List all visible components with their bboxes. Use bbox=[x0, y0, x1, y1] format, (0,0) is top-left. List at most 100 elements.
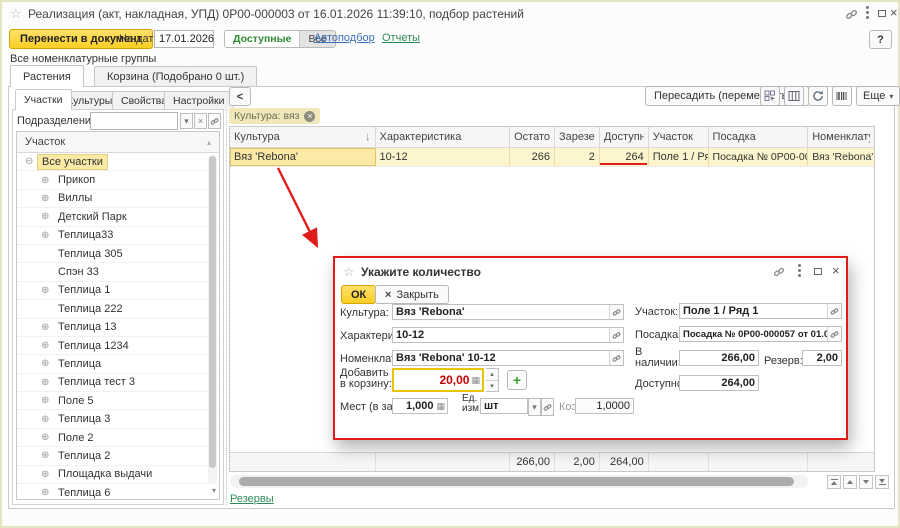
expand-icon[interactable]: ⊕ bbox=[41, 322, 54, 333]
open-link-icon[interactable] bbox=[827, 304, 841, 318]
tree-item[interactable]: ⊕Теплица 6 bbox=[17, 484, 219, 500]
quantity-input[interactable]: 20,00 ▦ bbox=[392, 368, 484, 392]
cell-planting[interactable]: Посадка № 0Р00-00005... bbox=[709, 148, 809, 166]
expand-icon[interactable]: ⊕ bbox=[41, 340, 54, 351]
column-header-reserved[interactable]: Зарезер... bbox=[555, 127, 600, 147]
tree-item[interactable]: ⊕Поле 5 bbox=[17, 392, 219, 410]
tab-plots[interactable]: Участки bbox=[15, 89, 72, 110]
column-header-plot[interactable]: Участок bbox=[649, 127, 709, 147]
date-input[interactable]: 17.01.2026 bbox=[154, 30, 214, 48]
nomenclature-field[interactable]: Вяз 'Rebona' 10-12 bbox=[392, 350, 624, 366]
tree-item[interactable]: ⊕Теплица тест 3 bbox=[17, 374, 219, 392]
tree-item[interactable]: Теплица 222 bbox=[17, 300, 219, 318]
dialog-maximize-icon[interactable] bbox=[814, 268, 822, 275]
cell-plot[interactable]: Поле 1 / Ряд 1 bbox=[649, 148, 709, 166]
column-header-stock[interactable]: Остаток bbox=[510, 127, 555, 147]
tree-item[interactable]: ⊕Теплица 3 bbox=[17, 410, 219, 428]
collapse-icon[interactable]: ⊖ bbox=[25, 156, 38, 167]
cell-characteristic[interactable]: 10-12 bbox=[376, 148, 511, 166]
department-dropdown-icon[interactable]: ▾ bbox=[180, 113, 193, 129]
tree-scrollbar-thumb[interactable] bbox=[209, 156, 216, 468]
open-link-icon[interactable] bbox=[609, 305, 623, 319]
tree-column-header[interactable]: Участок ▴ bbox=[17, 132, 219, 153]
filter-chip-culture[interactable]: Культура: вяз × bbox=[229, 108, 320, 124]
tree-item[interactable]: ⊕Теплица bbox=[17, 355, 219, 373]
expand-icon[interactable]: ⊕ bbox=[41, 377, 54, 388]
expand-icon[interactable]: ⊕ bbox=[41, 469, 54, 480]
autoselect-link[interactable]: Автоподбор bbox=[314, 32, 375, 44]
expand-icon[interactable]: ⊕ bbox=[41, 358, 54, 369]
refresh-button[interactable] bbox=[808, 86, 828, 106]
tree-item[interactable]: ⊕Теплица33 bbox=[17, 227, 219, 245]
tab-settings[interactable]: Настройки bbox=[164, 91, 234, 110]
cell-nomenclature[interactable]: Вяз 'Rebona' 10-12 bbox=[808, 148, 874, 166]
remove-filter-icon[interactable]: × bbox=[304, 111, 315, 122]
tree-item[interactable]: ⊕Теплица 2 bbox=[17, 447, 219, 465]
department-clear-icon[interactable]: × bbox=[194, 113, 207, 129]
quantity-stepper[interactable]: ▴▾ bbox=[486, 368, 499, 392]
expand-icon[interactable]: ⊕ bbox=[41, 211, 54, 222]
dialog-favorite-star-icon[interactable]: ☆ bbox=[343, 264, 355, 280]
tree-item[interactable]: ⊕Теплица 1234 bbox=[17, 337, 219, 355]
characteristic-field[interactable]: 10-12 bbox=[392, 327, 624, 343]
reports-link[interactable]: Отчеты bbox=[382, 32, 420, 44]
department-open-icon[interactable] bbox=[208, 113, 221, 129]
scroll-bottom-button[interactable] bbox=[875, 475, 889, 489]
back-button[interactable]: < bbox=[229, 87, 251, 106]
close-icon[interactable]: × bbox=[890, 5, 898, 20]
reserves-link[interactable]: Резервы bbox=[230, 493, 274, 505]
column-header-available[interactable]: Доступно bbox=[600, 127, 649, 147]
calculator-icon[interactable]: ▦ bbox=[471, 375, 482, 386]
column-header-characteristic[interactable]: Характеристика bbox=[376, 127, 511, 147]
tab-plants[interactable]: Растения bbox=[10, 65, 84, 87]
grid-hscrollbar[interactable] bbox=[230, 475, 808, 488]
barcode-button[interactable] bbox=[832, 86, 852, 106]
show-on-map-button[interactable] bbox=[760, 86, 780, 106]
tree-item[interactable]: ⊕Виллы bbox=[17, 190, 219, 208]
tree-item[interactable]: ⊕Детский Парк bbox=[17, 208, 219, 226]
expand-icon[interactable]: ⊕ bbox=[41, 487, 54, 498]
scroll-down-button[interactable] bbox=[859, 475, 873, 489]
calculator-icon[interactable]: ▦ bbox=[436, 401, 447, 412]
open-link-icon[interactable] bbox=[827, 327, 841, 341]
panel-splitter[interactable] bbox=[226, 108, 227, 505]
tree-item[interactable]: ⊕Теплица 1 bbox=[17, 282, 219, 300]
cell-reserved[interactable]: 2 bbox=[555, 148, 600, 166]
column-header-culture[interactable]: Культура ↓ bbox=[230, 127, 376, 147]
expand-icon[interactable]: ⊕ bbox=[41, 285, 54, 296]
scroll-up-button[interactable] bbox=[843, 475, 857, 489]
cell-stock[interactable]: 266 bbox=[510, 148, 555, 166]
tab-cart[interactable]: Корзина (Подобрано 0 шт.) bbox=[94, 66, 257, 86]
dialog-link-icon[interactable] bbox=[773, 266, 785, 281]
department-input[interactable] bbox=[90, 112, 178, 130]
column-header-planting[interactable]: Посадка bbox=[709, 127, 809, 147]
grid-hscrollbar-thumb[interactable] bbox=[239, 477, 794, 486]
columns-settings-button[interactable] bbox=[784, 86, 804, 106]
help-button[interactable]: ? bbox=[869, 30, 892, 49]
tree-item[interactable]: ⊕Прикоп bbox=[17, 171, 219, 189]
column-header-nomenclature[interactable]: Номенклатура bbox=[808, 127, 874, 147]
expand-icon[interactable]: ⊕ bbox=[41, 175, 54, 186]
toggle-available[interactable]: Доступные bbox=[225, 31, 299, 47]
tree-item[interactable]: ⊕Площадка выдачи bbox=[17, 466, 219, 484]
places-input[interactable]: 1,000 ▦ bbox=[392, 398, 448, 414]
expand-icon[interactable]: ⊕ bbox=[41, 450, 54, 461]
tree-item[interactable]: ⊕Теплица 13 bbox=[17, 319, 219, 337]
tree-item[interactable]: ⊖Все участки bbox=[17, 153, 219, 171]
expand-icon[interactable]: ⊕ bbox=[41, 414, 54, 425]
plot-field[interactable]: Поле 1 / Ряд 1 bbox=[679, 303, 842, 319]
expand-icon[interactable]: ⊕ bbox=[41, 230, 54, 241]
tree-item[interactable]: Теплица 305 bbox=[17, 245, 219, 263]
ok-button[interactable]: ОК bbox=[341, 285, 376, 304]
open-link-icon[interactable] bbox=[609, 351, 623, 365]
unit-select[interactable]: шт bbox=[480, 398, 528, 414]
add-to-cart-button[interactable]: + bbox=[507, 370, 527, 390]
dialog-close-icon[interactable]: × bbox=[832, 263, 840, 278]
more-menu-icon[interactable] bbox=[866, 11, 869, 14]
scroll-top-button[interactable] bbox=[827, 475, 841, 489]
dialog-more-menu-icon[interactable] bbox=[798, 269, 801, 272]
tree-scrollbar[interactable] bbox=[208, 154, 217, 484]
dialog-close-button[interactable]: × Закрыть bbox=[375, 285, 449, 304]
favorite-star-icon[interactable]: ☆ bbox=[10, 6, 22, 22]
expand-icon[interactable]: ⊕ bbox=[41, 193, 54, 204]
